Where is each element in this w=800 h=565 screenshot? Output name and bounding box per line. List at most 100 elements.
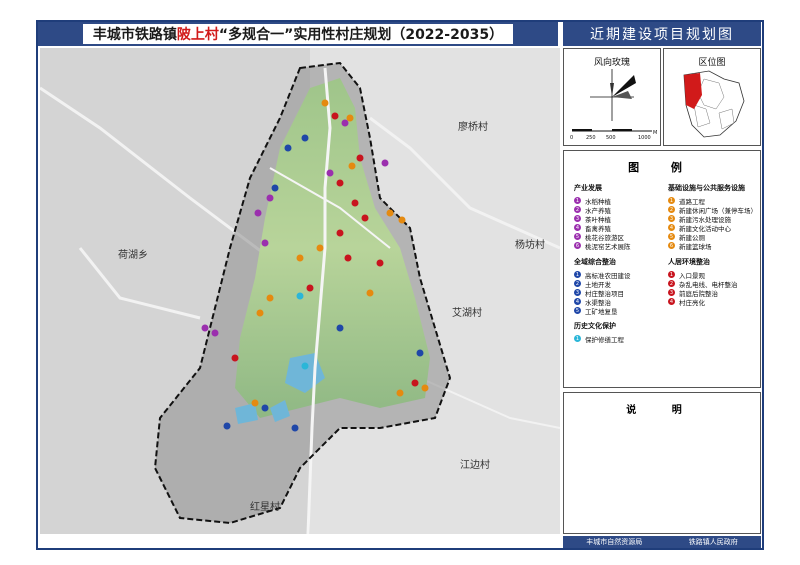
side-panel: 风向玫瑰 0 250 500 1000 M 区位图 图 例 产业发展 1 水稻种… [563,48,761,534]
marker-industry[interactable] [381,159,389,167]
sheet-name: 近期建设项目规划图 [563,22,761,46]
wind-rose-panel: 风向玫瑰 0 250 500 1000 M [563,48,661,146]
marker-industry[interactable] [261,239,269,247]
marker-infra[interactable] [266,294,274,302]
marker-industry[interactable] [201,324,209,332]
legend-infra-heading: 基础设施与公共服务设施 [668,184,745,192]
legend-label: 保护修缮工程 [585,335,624,344]
marker-industry[interactable] [211,329,219,337]
legend-dot: 1 [574,197,581,204]
legend-dot: 3 [668,215,675,222]
label-liaoqiao: 廖桥村 [458,120,488,133]
notes-title: 说 明 [626,405,698,416]
marker-industry[interactable] [254,209,262,217]
legend-dot: 1 [668,197,675,204]
location-panel: 区位图 [663,48,761,146]
legend-dot: 4 [668,298,675,305]
marker-env[interactable] [356,154,364,162]
marker-infra[interactable] [321,99,329,107]
marker-land[interactable] [291,424,299,432]
legend-item: 5 工矿地复垦 [574,306,631,316]
marker-infra[interactable] [398,216,406,224]
legend-item: 6 桃泥窑艺术展陈 [574,241,631,251]
marker-industry[interactable] [341,119,349,127]
marker-land[interactable] [284,144,292,152]
legend-dot: 2 [574,206,581,213]
title-suffix: “多规合一”实用性村庄规划（2022-2035） [218,27,504,43]
legend-label: 工矿地复垦 [585,307,618,316]
label-yangfang: 杨坊村 [515,238,545,251]
location-map [683,70,745,138]
legend-label: 桃泥窑艺术展陈 [585,242,631,251]
label-hongxing: 红星村 [250,500,280,513]
marker-land[interactable] [336,324,344,332]
legend-dot: 4 [574,298,581,305]
marker-infra[interactable] [386,209,394,217]
marker-land[interactable] [416,349,424,357]
legend-dot: 1 [574,271,581,278]
marker-env[interactable] [306,284,314,292]
scale-tick-250: 250 [586,135,596,141]
marker-infra[interactable] [348,162,356,170]
legend-dot: 3 [574,289,581,296]
legend-infrastructure: 基础设施与公共服务设施 1 道路工程 2 新建休闲广场（兼停车场） 3 新建污水处理设… [668,183,757,251]
legend-dot: 6 [668,242,675,249]
title-prefix: 丰城市铁路镇 [92,27,177,43]
scale-seg-2 [612,129,632,131]
legend-panel: 图 例 产业发展 1 水稻种植 2 水产养殖 3 茶叶种植 4 畜禽养殖 5 桃花谷旅游区… [563,150,761,388]
marker-heritage[interactable] [301,362,309,370]
marker-industry[interactable] [266,194,274,202]
marker-land[interactable] [301,134,309,142]
map-title: 丰城市铁路镇 陂上村 “多规合一”实用性村庄规划（2022-2035） [83,24,513,44]
legend-env-heading: 人居环境整治 [668,258,710,266]
legend-dot: 4 [668,224,675,231]
legend-heritage: 历史文化保护 1 保护修缮工程 [574,321,624,344]
legend-industry: 产业发展 1 水稻种植 2 水产养殖 3 茶叶种植 4 畜禽养殖 5 桃花谷旅游区 6 桃泥… [574,183,631,251]
marker-env[interactable] [411,379,419,387]
marker-infra[interactable] [251,399,259,407]
marker-land[interactable] [223,422,231,430]
legend-title: 图 例 [628,161,696,174]
marker-infra[interactable] [256,309,264,317]
marker-infra[interactable] [421,384,429,392]
legend-dot: 1 [574,335,581,342]
marker-env[interactable] [361,214,369,222]
title-village: 陂上村 [176,27,219,43]
rose-petal-n [610,83,614,97]
marker-industry[interactable] [326,169,334,177]
marker-env[interactable] [344,254,352,262]
legend-dot: 2 [574,280,581,287]
legend-dot: 2 [668,280,675,287]
marker-infra[interactable] [316,244,324,252]
marker-infra[interactable] [296,254,304,262]
marker-infra[interactable] [396,389,404,397]
scale-tick-500: 500 [606,135,616,141]
legend-item: 1 保护修缮工程 [574,334,624,344]
legend-land-heading: 全域综合整治 [574,258,616,266]
marker-env[interactable] [336,229,344,237]
marker-env[interactable] [231,354,239,362]
footer-left: 丰城市自然资源局 [586,538,643,546]
marker-land[interactable] [261,404,269,412]
legend-label: 新建篮球场 [679,242,712,251]
legend-environment: 人居环境整治 1 入口景观 2 杂乱电线、电杆整治 3 前庭后院整治 4 村庄亮化 [668,257,738,307]
marker-env[interactable] [351,199,359,207]
marker-env[interactable] [331,112,339,120]
legend-dot: 6 [574,242,581,249]
legend-item: 6 新建篮球场 [668,241,757,251]
title-bar: 丰城市铁路镇 陂上村 “多规合一”实用性村庄规划（2022-2035） [38,22,558,46]
legend-land: 全域综合整治 1 高标准农田建设 2 土地开发 3 村庄整治项目 4 水渠整治 5 工矿地… [574,257,631,316]
wind-rose-graphic: 0 250 500 1000 M [570,69,657,141]
scale-tick-0: 0 [570,135,573,141]
legend-dot: 3 [668,289,675,296]
scale-unit: M [653,130,657,136]
marker-infra[interactable] [346,114,354,122]
marker-infra[interactable] [366,289,374,297]
label-jiangbian: 江边村 [460,458,490,471]
marker-env[interactable] [336,179,344,187]
legend-dot: 2 [668,206,675,213]
notes-panel: 说 明 [563,392,761,534]
marker-heritage[interactable] [296,292,304,300]
marker-land[interactable] [271,184,279,192]
marker-env[interactable] [376,259,384,267]
